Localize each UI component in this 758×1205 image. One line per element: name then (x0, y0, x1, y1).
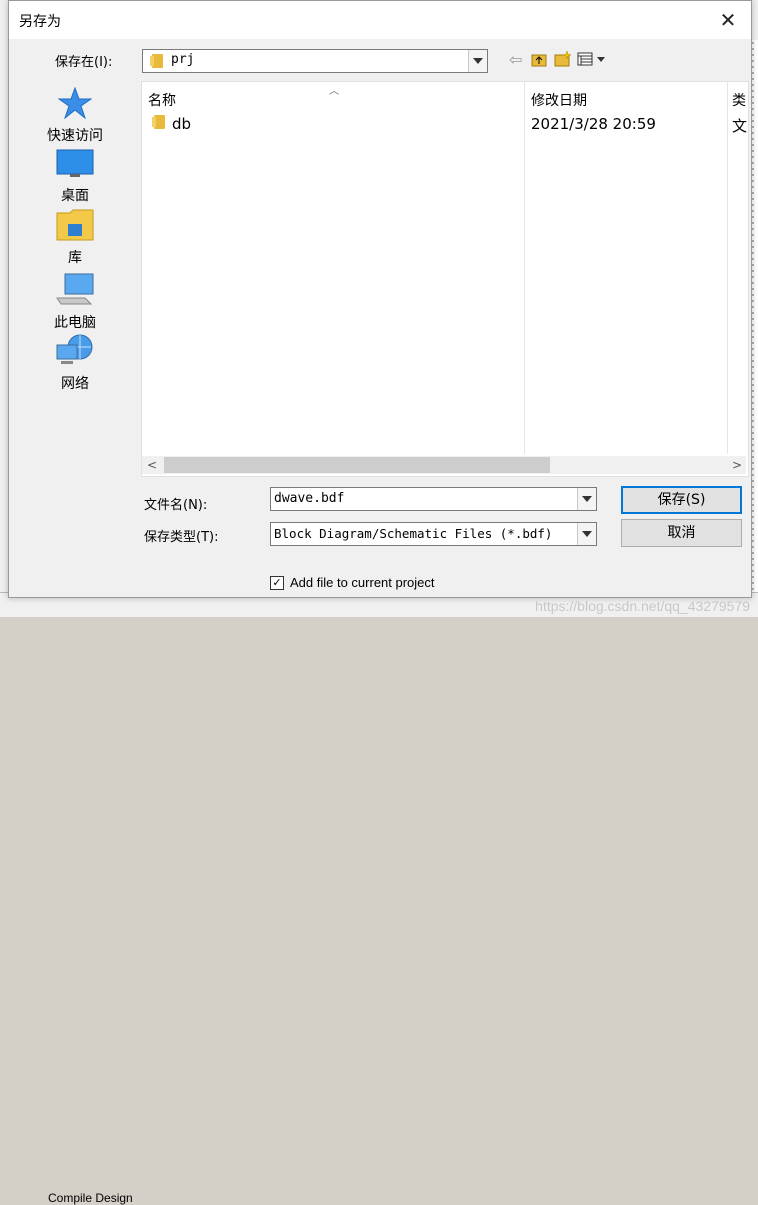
back-icon[interactable]: ⇦ (509, 50, 522, 69)
scroll-thumb[interactable] (164, 457, 550, 473)
sort-ascending-icon: ︿ (329, 86, 339, 97)
column-divider (727, 82, 728, 454)
network-icon (55, 334, 95, 371)
place-desktop[interactable]: 桌面 (9, 149, 141, 205)
library-icon (56, 209, 94, 245)
checkmark-icon: ✓ (272, 576, 282, 589)
view-menu-icon[interactable] (577, 52, 607, 70)
add-to-project-checkbox[interactable]: ✓ (270, 576, 284, 590)
place-label: 网络 (61, 376, 89, 392)
chevron-down-icon[interactable] (468, 50, 487, 72)
filename-value: dwave.bdf (274, 491, 345, 506)
place-label: 快速访问 (47, 128, 103, 144)
compile-design-label: Compile Design (48, 1191, 133, 1205)
filetype-select[interactable]: Block Diagram/Schematic Files (*.bdf) (270, 522, 597, 546)
location-combo[interactable]: prj (142, 49, 488, 73)
places-bar: 快速访问 桌面 库 此电脑 网络 (9, 79, 141, 399)
cancel-button[interactable]: 取消 (621, 519, 742, 547)
item-name: db (172, 115, 192, 133)
horizontal-scrollbar[interactable]: < > (142, 456, 746, 474)
scroll-right-icon[interactable]: > (732, 458, 742, 472)
title-bar: 另存为 ✕ (9, 1, 751, 39)
file-list[interactable]: ︿ 名称 修改日期 类 db 2021/3/28 20:59 文 < > (141, 81, 749, 477)
item-type: 文 (732, 117, 748, 135)
close-icon: ✕ (719, 8, 737, 32)
location-label: 保存在(I): (55, 55, 113, 70)
save-button[interactable]: 保存(S) (621, 486, 742, 514)
close-button[interactable]: ✕ (711, 5, 745, 35)
add-to-project-label: Add file to current project (290, 575, 435, 590)
place-this-pc[interactable]: 此电脑 (9, 272, 141, 332)
place-label: 此电脑 (54, 315, 96, 331)
filetype-label: 保存类型(T): (144, 530, 219, 545)
chevron-down-icon[interactable] (577, 523, 596, 545)
chevron-down-icon[interactable] (577, 488, 596, 510)
place-quick-access[interactable]: 快速访问 (9, 86, 141, 145)
computer-icon (55, 273, 95, 310)
location-value: prj (171, 52, 195, 67)
item-date: 2021/3/28 20:59 (531, 115, 656, 133)
place-library[interactable]: 库 (9, 209, 141, 267)
desktop-icon (56, 149, 94, 183)
save-as-dialog: 另存为 ✕ 保存在(I): prj ⇦ 快速访问 桌面 库 此电脑 网络 ︿ 名… (8, 0, 752, 598)
filename-input[interactable]: dwave.bdf (270, 487, 597, 511)
place-label: 库 (68, 250, 82, 266)
folder-icon (150, 54, 163, 68)
new-folder-icon[interactable] (554, 50, 572, 71)
column-header-name[interactable]: 名称 (148, 90, 176, 110)
watermark: https://blog.csdn.net/qq_43279579 (535, 598, 750, 614)
place-label: 桌面 (61, 188, 89, 204)
place-network[interactable]: 网络 (9, 333, 141, 393)
scroll-left-icon[interactable]: < (147, 458, 157, 472)
up-folder-icon[interactable] (531, 52, 547, 71)
column-header-date[interactable]: 修改日期 (531, 90, 587, 110)
dialog-title: 另存为 (19, 14, 61, 30)
star-icon (57, 86, 93, 123)
filename-label: 文件名(N): (144, 498, 208, 513)
column-header-type[interactable]: 类 (732, 90, 746, 110)
column-divider (524, 82, 525, 454)
filetype-value: Block Diagram/Schematic Files (*.bdf) (274, 526, 553, 541)
folder-icon (152, 115, 165, 129)
